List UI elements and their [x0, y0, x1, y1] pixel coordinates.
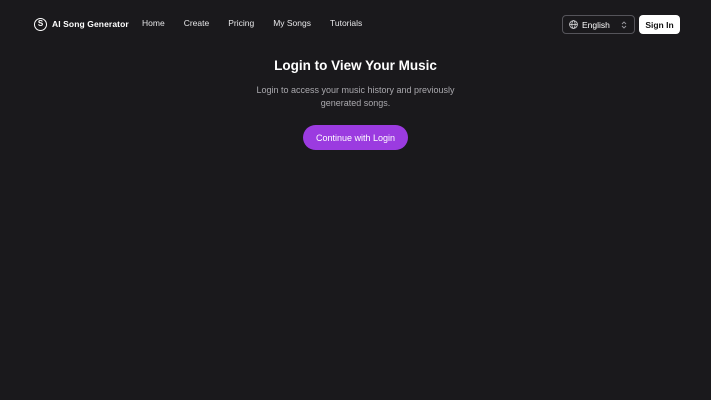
language-select-value: English: [582, 19, 610, 30]
top-navbar: S AI Song Generator Home Create Pricing …: [0, 0, 711, 48]
page-title: Login to View Your Music: [274, 58, 437, 73]
sign-in-button[interactable]: Sign In: [639, 15, 680, 34]
page: S AI Song Generator Home Create Pricing …: [0, 0, 711, 400]
nav-tutorials[interactable]: Tutorials: [330, 18, 362, 30]
logo-icon: S: [34, 17, 47, 31]
chevron-up-down-icon: [621, 21, 627, 29]
continue-with-login-button[interactable]: Continue with Login: [303, 125, 408, 150]
nav-my-songs[interactable]: My Songs: [273, 18, 311, 30]
globe-icon: [569, 20, 578, 29]
language-select[interactable]: English: [562, 15, 635, 34]
nav-home[interactable]: Home: [142, 18, 165, 30]
brand-home-link[interactable]: S AI Song Generator: [34, 16, 129, 32]
nav-create[interactable]: Create: [184, 18, 210, 30]
nav-pricing[interactable]: Pricing: [228, 18, 254, 30]
main-nav: Home Create Pricing My Songs Tutorials: [142, 18, 362, 30]
page-description: Login to access your music history and p…: [256, 85, 455, 108]
brand-name: AI Song Generator: [52, 19, 129, 29]
